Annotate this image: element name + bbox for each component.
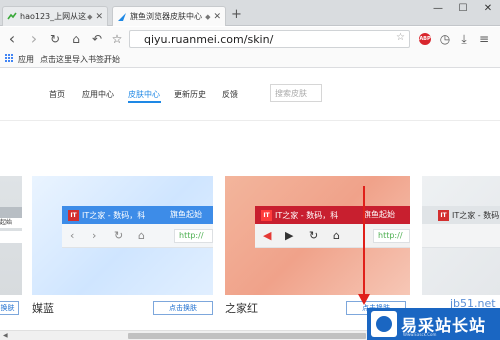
history-icon[interactable]: ◷ [437,31,453,47]
tab-skin-center[interactable]: 旗鱼浏览器皮肤中心 ◆ ✕ [112,6,226,26]
search-placeholder: 搜索皮肤 [275,89,307,98]
preview-home-icon: ⌂ [138,229,145,242]
hao123-favicon-icon [7,12,17,19]
scrollbar-thumb[interactable] [128,333,366,339]
nav-app-center[interactable]: 应用中心 [82,89,114,100]
nav-skin-center[interactable]: 皮肤中心 [128,89,160,100]
apply-skin-button[interactable]: 点击换肤 [153,301,213,315]
preview-navbar: ‹ › ↻ ⌂ http:// [62,224,213,248]
ithome-logo-icon: IT [68,209,79,221]
download-icon[interactable]: ⤓ [456,31,472,47]
preview-address-fragment [0,231,22,243]
preview-address: http:// [174,229,213,243]
tab-hao123[interactable]: hao123_上网从这里开 ◆ ✕ [2,6,108,26]
close-window-button[interactable]: ✕ [476,0,500,18]
ithome-logo-icon: IT [261,209,272,221]
pin-icon: ◆ [87,12,93,21]
menu-icon[interactable]: ≡ [476,31,492,47]
preview-navbar [422,224,500,248]
preview-tab-title: IT之家 - 数码 [452,210,500,220]
tab-close-icon[interactable]: ✕ [95,12,103,22]
skin-name: 之家红 [225,302,258,315]
preview-address: http:// [373,229,410,243]
new-tab-button[interactable]: + [231,8,242,22]
preview-tab-title-2: 旗鱼起始 [363,210,395,219]
address-bar[interactable]: qiyu.ruanmei.com/skin/ ☆ [129,30,410,48]
preview-tabbar: IT IT之家 - 数码，科 旗鱼起始 [62,206,213,224]
preview-forward-icon: › [92,229,97,242]
preview-reload-icon: ↻ [309,229,319,242]
forward-icon[interactable]: › [26,31,42,47]
skin-card-partial-right[interactable]: IT IT之家 - 数码 [422,176,500,295]
site-nav: 首页 应用中心 皮肤中心 更新历史 反馈 搜索皮肤 [0,69,500,121]
annotation-arrow-line [363,186,365,300]
undo-close-icon[interactable]: ↶ [89,31,105,47]
bookmarks-bar: 应用 点击这里导入书签。 开始 [0,51,500,68]
tab-strip: hao123_上网从这里开 ◆ ✕ 旗鱼浏览器皮肤中心 ◆ ✕ + — ☐ ✕ [0,0,500,26]
star-icon[interactable]: ☆ [396,32,405,43]
toolbar: ‹ › ↻ ⌂ ↶ ☆ qiyu.ruanmei.com/skin/ ☆ ABP… [0,27,500,51]
preview-tab-fragment: 起始 [0,218,22,228]
bookmark-icon[interactable]: ☆ [109,31,125,47]
preview-tab-title-2: 旗鱼起始 [170,210,202,219]
preview-tab-title: IT之家 - 数码，科 [275,210,339,220]
preview-tabbar: IT IT之家 - 数码 [422,206,500,224]
preview-tab-title: IT之家 - 数码，科 [82,210,146,220]
apps-grid-icon[interactable] [5,54,14,63]
url-text[interactable]: qiyu.ruanmei.com/skin/ [144,33,273,46]
reload-icon[interactable]: ↻ [47,31,63,47]
adblock-icon[interactable]: ABP [419,33,431,45]
annotation-arrowhead-icon [358,294,370,305]
back-icon[interactable]: ‹ [4,31,20,47]
start-link[interactable]: 开始 [104,54,120,65]
import-bookmarks-link[interactable]: 点击这里导入书签。 [40,54,112,65]
skin-card-blue[interactable]: IT IT之家 - 数码，科 旗鱼起始 ‹ › ↻ ⌂ http:// [32,176,213,295]
preview-home-icon: ⌂ [333,229,340,242]
preview-forward-icon: ▶ [285,229,294,242]
active-nav-indicator [128,101,161,103]
tab-close-icon[interactable]: ✕ [213,12,221,22]
preview-tabbar: IT IT之家 - 数码，科 旗鱼起始 [255,206,410,224]
qiyu-favicon-icon [118,12,126,21]
skin-card-partial-left[interactable]: 起始 [0,176,22,295]
skin-card-red[interactable]: IT IT之家 - 数码，科 旗鱼起始 ◀ ▶ ↻ ⌂ http:// [225,176,410,295]
watermark-logo-sub: Www.Easck.Com [403,332,437,337]
nav-update-history[interactable]: 更新历史 [174,89,206,100]
preview-navbar: ◀ ▶ ↻ ⌂ http:// [255,224,410,248]
preview-back-icon: ‹ [70,229,75,242]
ithome-logo-icon: IT [438,209,449,221]
tab-title: hao123_上网从这里开 [20,12,87,21]
tab-title: 旗鱼浏览器皮肤中心 [130,12,202,21]
apply-skin-button-partial[interactable]: 换肤 [0,301,19,315]
skin-name: 媒蓝 [32,302,54,315]
watermark-logo-icon [371,311,397,337]
home-icon[interactable]: ⌂ [68,31,84,47]
maximize-button[interactable]: ☐ [451,0,475,18]
nav-feedback[interactable]: 反馈 [222,89,238,100]
preview-reload-icon: ↻ [114,229,124,242]
pin-icon: ◆ [205,12,211,21]
watermark-logo: 易采站长站 Www.Easck.Com [367,308,500,340]
search-input[interactable]: 搜索皮肤 [270,84,322,102]
preview-back-icon: ◀ [263,229,272,242]
minimize-button[interactable]: — [426,0,450,18]
browser-window: hao123_上网从这里开 ◆ ✕ 旗鱼浏览器皮肤中心 ◆ ✕ + — ☐ ✕ … [0,0,500,340]
nav-home[interactable]: 首页 [49,89,65,100]
apps-link[interactable]: 应用 [18,54,34,65]
scroll-left-icon[interactable]: ◀ [3,332,8,339]
